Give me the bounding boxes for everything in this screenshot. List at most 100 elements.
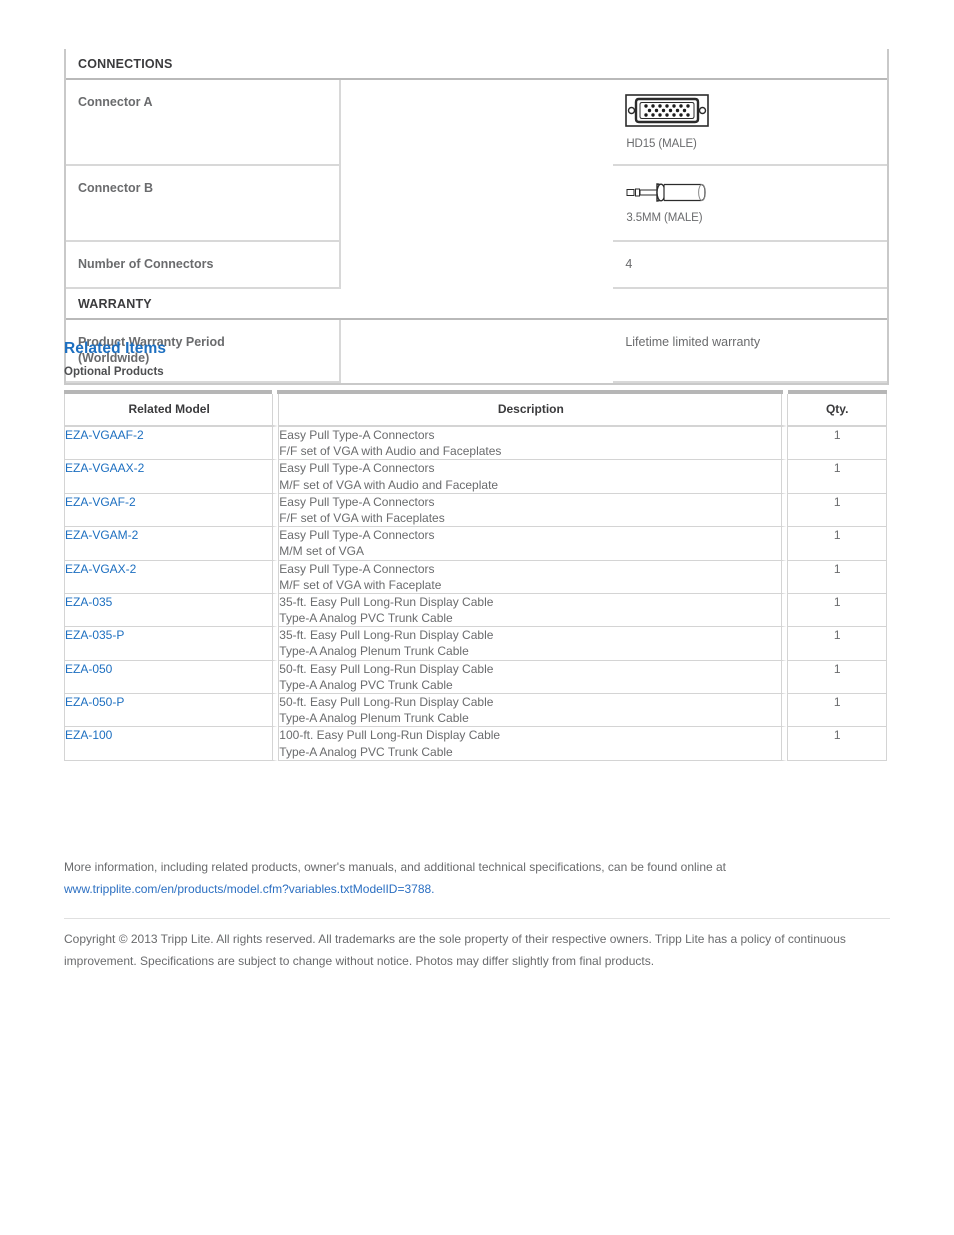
cell-description: Easy Pull Type-A Connectors M/F set of VG… (278, 460, 788, 494)
related-model-link[interactable]: EZA-VGAM-2 (65, 528, 138, 542)
cell-qty: 1 (787, 527, 887, 561)
related-model-link[interactable]: EZA-VGAAF-2 (65, 428, 144, 442)
description-line-2: M/M set of VGA (279, 544, 364, 559)
table-row-connector-a: Connector A HD15 (MALE) (66, 79, 887, 166)
description-line-1: 50-ft. Easy Pull Long-Run Display Cable (279, 695, 494, 709)
column-header-qty: Qty. (787, 394, 887, 426)
cell-description: 35-ft. Easy Pull Long-Run Display Cable T… (278, 627, 788, 661)
related-model-link[interactable]: EZA-VGAX-2 (65, 562, 136, 576)
cell-description: Easy Pull Type-A Connectors M/M set of VG… (278, 527, 788, 561)
row-value-number-of-connectors: 4 (613, 241, 887, 289)
table-row-product-warranty-period: Product Warranty Period (Worldwide) Life… (66, 318, 887, 383)
audio-plug-icon (626, 183, 707, 202)
table-row: EZA-VGAF-2 Easy Pull Type-A Connectors F/F… (64, 493, 887, 528)
section-header-warranty: WARRANTY (66, 287, 887, 320)
related-model-link[interactable]: EZA-VGAAX-2 (65, 461, 144, 475)
description-line-1: Easy Pull Type-A Connectors (279, 494, 435, 509)
cell-qty: 1 (787, 460, 887, 494)
related-items-heading: Related Items (64, 340, 167, 357)
table-row-number-of-connectors: Number of Connectors 4 (66, 241, 887, 289)
more-information-text: More information, including related prod… (64, 860, 727, 874)
description-line-2: M/F set of VGA with Audio and Faceplate (279, 477, 499, 492)
cell-qty: 1 (787, 426, 887, 461)
description-line-2: Type-A Analog Plenum Trunk Cable (279, 711, 469, 726)
column-header-description: Description (278, 394, 788, 426)
cell-related-model: EZA-VGAAX-2 (64, 460, 279, 494)
row-label-connector-b: Connector B (66, 165, 341, 242)
cell-qty: 1 (787, 593, 887, 628)
table-row: EZA-VGAAX-2 Easy Pull Type-A Connectors M/… (64, 460, 887, 494)
cell-related-model: EZA-035-P (64, 627, 279, 661)
table-row: EZA-100 100-ft. Easy Pull Long-Run Displa… (64, 727, 887, 761)
description-line-2: Type-A Analog Plenum Trunk Cable (279, 644, 469, 659)
column-header-related-model: Related Model (64, 394, 279, 426)
cell-qty: 1 (787, 627, 887, 661)
related-model-link[interactable]: EZA-100 (65, 728, 112, 742)
row-spacer (340, 241, 614, 288)
related-model-link[interactable]: EZA-VGAF-2 (65, 495, 136, 509)
copyright-text: Copyright © 2013 Tripp Lite. All rights … (64, 932, 846, 969)
optional-products-label: Optional Products (64, 366, 164, 378)
cell-qty: 1 (787, 727, 887, 761)
table-row: EZA-035-P 35-ft. Easy Pull Long-Run Displ… (64, 627, 887, 661)
description-line-2: F/F set of VGA with Audio and Faceplates (279, 444, 502, 459)
description-line-2: Type-A Analog PVC Trunk Cable (279, 677, 453, 692)
cell-related-model: EZA-100 (64, 727, 279, 761)
cell-related-model: EZA-050 (64, 660, 279, 694)
table-header-row: Related Model Description Qty. (64, 394, 887, 426)
document-page: CONNECTIONS Connector A HD15 (MALE) Conn… (0, 0, 954, 1235)
description-line-1: Easy Pull Type-A Connectors (279, 561, 435, 576)
connector-a-caption: HD15 (MALE) (626, 137, 697, 150)
specifications-table: CONNECTIONS Connector A HD15 (MALE) Conn… (64, 49, 889, 385)
header-strip-qty (788, 390, 887, 394)
description-line-1: 35-ft. Easy Pull Long-Run Display Cable (279, 594, 494, 609)
related-model-link[interactable]: EZA-050 (65, 662, 112, 676)
cell-related-model: EZA-035 (64, 593, 279, 628)
table-row: EZA-050 50-ft. Easy Pull Long-Run Display… (64, 660, 887, 694)
description-line-2: Type-A Analog PVC Trunk Cable (279, 611, 453, 626)
row-value-product-warranty-period: Lifetime limited warranty (613, 318, 887, 383)
cell-description: 50-ft. Easy Pull Long-Run Display Cable T… (278, 694, 788, 728)
3.5mm-connector-image: 3.5MM (MALE) (625, 180, 745, 226)
cell-qty: 1 (787, 660, 887, 694)
section-header-connections: CONNECTIONS (66, 49, 887, 80)
table-row: EZA-050-P 50-ft. Easy Pull Long-Run Displ… (64, 694, 887, 728)
row-spacer (340, 165, 614, 241)
hd15-connector-icon (625, 94, 710, 127)
cell-description: Easy Pull Type-A Connectors M/F set of VG… (278, 560, 788, 594)
related-model-link[interactable]: EZA-035-P (65, 628, 124, 642)
cell-description: Easy Pull Type-A Connectors F/F set of VG… (278, 493, 788, 528)
table-row: EZA-035 35-ft. Easy Pull Long-Run Display… (64, 593, 887, 628)
description-line-2: M/F set of VGA with Faceplate (279, 577, 442, 592)
table-row: EZA-VGAAF-2 Easy Pull Type-A Connectors F/… (64, 426, 887, 461)
header-strip-model (64, 390, 272, 394)
cell-related-model: EZA-VGAF-2 (64, 493, 279, 528)
table-header-strip (64, 390, 887, 394)
cell-related-model: EZA-050-P (64, 694, 279, 728)
cell-related-model: EZA-VGAAF-2 (64, 426, 279, 461)
description-line-1: 100-ft. Easy Pull Long-Run Display Cable (279, 728, 501, 743)
table-row: EZA-VGAX-2 Easy Pull Type-A Connectors M/F… (64, 560, 887, 594)
product-page-link[interactable]: www.tripplite.com/en/products/model.cfm?… (64, 882, 435, 896)
footer-divider (64, 918, 890, 919)
row-value-connector-a: HD15 (MALE) (613, 79, 887, 166)
row-spacer (340, 79, 614, 165)
related-model-link[interactable]: EZA-050-P (65, 695, 124, 709)
header-strip-description (277, 390, 783, 394)
cell-description: Easy Pull Type-A Connectors F/F set of VG… (278, 426, 788, 461)
table-row-connector-b: Connector B 3.5MM (MALE) (66, 165, 887, 242)
cell-description: 35-ft. Easy Pull Long-Run Display Cable T… (278, 593, 788, 628)
cell-related-model: EZA-VGAX-2 (64, 560, 279, 594)
row-value-connector-b: 3.5MM (MALE) (613, 165, 887, 242)
related-items-table: Related Model Description Qty. EZA-VGAAF… (64, 390, 887, 761)
table-row: EZA-VGAM-2 Easy Pull Type-A Connectors M/M… (64, 527, 887, 561)
description-line-2: Type-A Analog PVC Trunk Cable (279, 744, 453, 759)
cell-related-model: EZA-VGAM-2 (64, 527, 279, 561)
description-line-1: 35-ft. Easy Pull Long-Run Display Cable (279, 628, 494, 643)
row-label-number-of-connectors: Number of Connectors (66, 241, 341, 289)
section-header-connections-label: CONNECTIONS (66, 49, 887, 80)
section-header-warranty-label: WARRANTY (66, 287, 887, 320)
cell-qty: 1 (787, 694, 887, 728)
related-model-link[interactable]: EZA-035 (65, 595, 112, 609)
description-line-2: F/F set of VGA with Faceplates (279, 510, 445, 525)
